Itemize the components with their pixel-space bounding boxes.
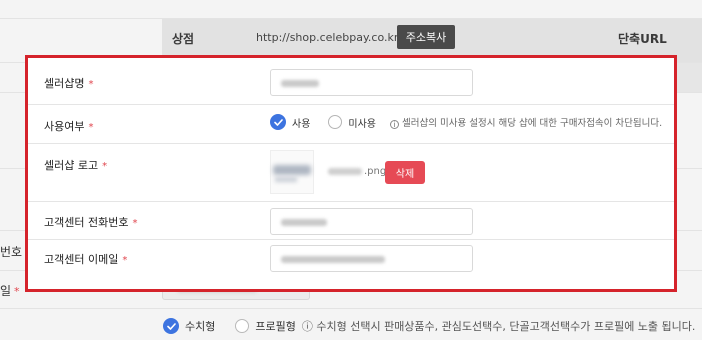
shop-label: 상점	[172, 32, 195, 46]
profile-mode-radio-group: 수치형 프로필형 ⓘ 수치형 선택시 판매상품수, 관심도선택수, 단골고객선택…	[163, 316, 695, 336]
email-input[interactable]	[270, 245, 473, 272]
blurred-value	[281, 219, 327, 226]
mode-info-text: ⓘ 수치형 선택시 판매상품수, 관심도선택수, 단골고객선택수가 프로필에 노…	[301, 320, 696, 333]
row-phone: 고객센터 전화번호 *	[28, 202, 674, 240]
radio-unchecked-icon[interactable]	[328, 115, 343, 129]
info-icon: i	[390, 120, 400, 130]
radio-label-numeric: 수치형	[185, 320, 216, 333]
divider	[0, 18, 702, 19]
usage-label: 사용여부 *	[44, 120, 94, 133]
radio-label-profile: 프로필형	[255, 320, 296, 333]
blurred-value	[281, 256, 385, 263]
radio-unchecked-icon[interactable]	[235, 319, 250, 333]
blurred-file-name	[328, 168, 362, 175]
shop-name-label: 셀러샵명 *	[44, 77, 94, 90]
row-usage: 사용여부 * 사용 미사용 i 셀러샵의 미사용 설정시 해당 샵에 대한 구매자접…	[28, 105, 674, 144]
shop-name-input[interactable]	[270, 69, 473, 96]
logo-thumbnail-image	[270, 150, 314, 194]
row-email: 고객센터 이메일 *	[28, 240, 674, 289]
radio-checked-icon[interactable]	[163, 318, 179, 334]
phone-label: 고객센터 전화번호 *	[44, 216, 138, 229]
usage-info-text: i 셀러샵의 미사용 설정시 해당 샵에 대한 구매자접속이 차단됩니다.	[390, 115, 662, 130]
row-shop-name: 셀러샵명 *	[28, 58, 674, 105]
usage-radio-group: 사용 미사용 i 셀러샵의 미사용 설정시 해당 샵에 대한 구매자접속이 차단됩…	[270, 114, 662, 130]
copy-address-button[interactable]: 주소복사	[397, 25, 455, 49]
phone-input[interactable]	[270, 208, 473, 235]
radio-label-unused: 미사용	[348, 118, 377, 130]
radio-label-use: 사용	[292, 118, 311, 130]
delete-logo-button[interactable]: 삭제	[385, 161, 425, 184]
divider	[0, 308, 702, 309]
logo-file-name: .png	[328, 166, 386, 177]
radio-checked-icon[interactable]	[270, 114, 286, 130]
email-label-partial: 일 *	[0, 284, 20, 298]
logo-label: 셀러샵 로고 *	[44, 159, 108, 172]
seller-shop-settings-panel: 셀러샵명 * 사용여부 * 사용 미사용 i 셀러샵의 미사용 설정시 해당 샵에 대…	[25, 55, 677, 292]
short-url-label: 단축URL	[618, 32, 667, 46]
row-logo: 셀러샵 로고 * .png 삭제	[28, 144, 674, 202]
blurred-value	[281, 80, 319, 87]
email-label: 고객센터 이메일 *	[44, 253, 128, 266]
